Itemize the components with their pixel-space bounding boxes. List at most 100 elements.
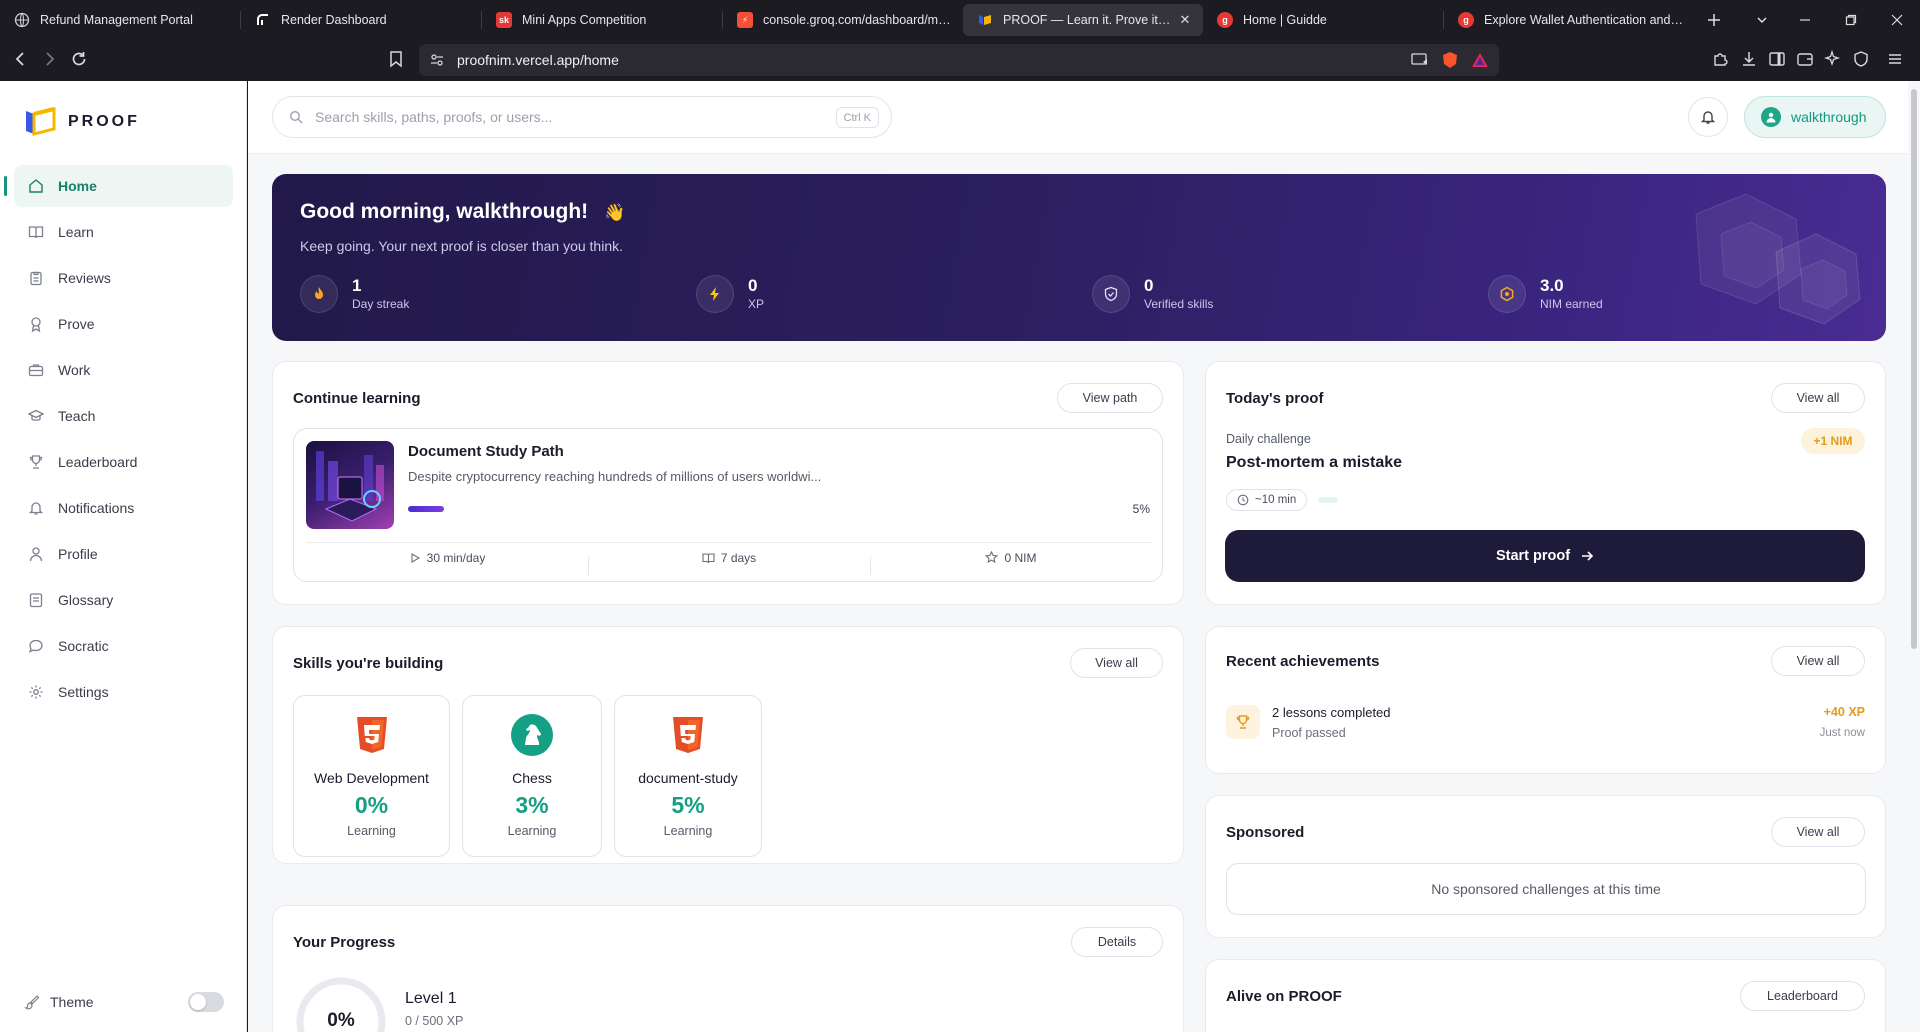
tab-list-chevron-icon[interactable] [1742, 0, 1782, 40]
wallet-icon[interactable] [1796, 50, 1814, 68]
sidebar-item-teach[interactable]: Teach [14, 395, 233, 437]
view-all-skills-button[interactable]: View all [1070, 648, 1163, 678]
sidebar-nav: Home Learn Reviews Prove Work Teach Lead… [4, 165, 233, 717]
page-scrollbar[interactable] [1908, 81, 1920, 1032]
new-tab-icon[interactable] [1694, 0, 1734, 40]
progress-details-button[interactable]: Details [1071, 927, 1163, 957]
sidebar-item-label: Learn [58, 224, 94, 240]
bookmark-icon[interactable] [388, 50, 404, 68]
stat-label: NIM earned [1540, 297, 1603, 311]
continue-learning-card: Continue learning View path Document Stu… [272, 361, 1184, 605]
leo-ai-icon[interactable] [1824, 50, 1842, 68]
browser-tab[interactable]: Render Dashboard [241, 4, 481, 36]
sidebar-item-label: Glossary [58, 592, 114, 608]
minimize-icon[interactable] [1782, 0, 1828, 40]
sidebar-item-profile[interactable]: Profile [14, 533, 233, 575]
start-proof-button[interactable]: Start proof [1225, 530, 1865, 582]
tab-title: Refund Management Portal [40, 13, 193, 27]
trophy-icon [29, 455, 43, 469]
notifications-button[interactable] [1688, 97, 1728, 137]
skill-card-chess[interactable]: Chess 3% Learning [462, 695, 602, 857]
sidebar-item-prove[interactable]: Prove [14, 303, 233, 345]
meta-label: 30 min/day [426, 550, 486, 565]
book-open-icon [29, 593, 43, 608]
search-placeholder: Search skills, paths, proofs, or users..… [315, 109, 553, 125]
close-window-icon[interactable] [1874, 0, 1920, 40]
close-tab-icon[interactable]: ✕ [1177, 12, 1193, 28]
extensions-icon[interactable] [1712, 50, 1730, 68]
sidebar-item-label: Work [58, 362, 91, 378]
sidebar-item-learn[interactable]: Learn [14, 211, 233, 253]
skill-card-web-development[interactable]: Web Development 0% Learning [293, 695, 450, 857]
back-icon[interactable] [12, 50, 30, 68]
chat-icon [28, 639, 43, 653]
stat-value: 3.0 [1540, 276, 1564, 295]
view-all-achievements-button[interactable]: View all [1771, 646, 1865, 676]
brand-logo[interactable]: PROOF [24, 107, 140, 137]
brave-rewards-icon[interactable] [1471, 51, 1489, 69]
cast-icon[interactable] [1411, 52, 1429, 68]
sidebar-item-settings[interactable]: Settings [14, 671, 233, 713]
sidebar-toggle-icon[interactable] [1768, 50, 1786, 68]
sidebar-item-socratic[interactable]: Socratic [14, 625, 233, 667]
sidebar-item-notifications[interactable]: Notifications [14, 487, 233, 529]
address-bar[interactable]: proofnim.vercel.app/home [419, 44, 1499, 76]
sidebar-item-label: Leaderboard [58, 454, 138, 470]
restore-icon[interactable] [1828, 0, 1874, 40]
browser-tab[interactable]: g Home | Guidde [1203, 4, 1443, 36]
sidebar-item-work[interactable]: Work [14, 349, 233, 391]
book-icon [28, 226, 44, 239]
username: walkthrough [1791, 109, 1867, 125]
card-title: Recent achievements [1226, 653, 1380, 670]
user-menu-button[interactable]: walkthrough [1744, 96, 1886, 138]
browser-tab[interactable]: ⚡ console.groq.com/dashboard/metrics [723, 4, 963, 36]
menu-icon[interactable] [1886, 50, 1904, 68]
stat-label: XP [748, 297, 765, 311]
star-icon [985, 551, 999, 564]
start-proof-label: Start proof [1495, 548, 1571, 564]
clipboard-icon [30, 271, 42, 286]
browser-tab[interactable]: g Explore Wallet Authentication and Ident… [1444, 4, 1694, 36]
sidebar-item-label: Settings [58, 684, 109, 700]
search-input[interactable]: Search skills, paths, proofs, or users..… [272, 96, 892, 138]
view-all-sponsored-button[interactable]: View all [1771, 817, 1865, 847]
achievement-xp: +40 XP [1823, 705, 1865, 719]
browser-tab[interactable]: sk Mini Apps Competition [482, 4, 722, 36]
site-settings-icon[interactable] [429, 52, 445, 68]
reload-icon[interactable] [70, 50, 88, 68]
sidebar-item-home[interactable]: Home [4, 165, 233, 207]
browser-tab[interactable]: Refund Management Portal [0, 4, 240, 36]
search-shortcut: Ctrl K [835, 107, 879, 128]
card-title: Sponsored [1226, 824, 1305, 841]
view-all-proofs-button[interactable]: View all [1771, 383, 1865, 413]
path-thumbnail [306, 441, 394, 529]
achievement-title: 2 lessons completed [1272, 705, 1391, 720]
avatar [1761, 107, 1781, 127]
scrollbar-thumb[interactable] [1911, 89, 1917, 649]
skill-card-document-study[interactable]: document-study 5% Learning [614, 695, 762, 857]
url-text: proofnim.vercel.app/home [457, 52, 619, 68]
path-name: Document Study Path [408, 443, 564, 460]
guidde-icon: g [1217, 12, 1233, 28]
learning-path-card[interactable]: Document Study Path Despite cryptocurren… [293, 428, 1163, 582]
vpn-shield-icon[interactable] [1852, 50, 1870, 68]
tab-title: PROOF — Learn it. Prove it. Earn it. [1003, 13, 1171, 27]
forward-icon[interactable] [40, 50, 58, 68]
skill-percent: 0% [354, 792, 389, 818]
achievement-icon-badge [1226, 705, 1260, 739]
shield-check-icon [1092, 275, 1130, 313]
view-path-button[interactable]: View path [1057, 383, 1163, 413]
theme-toggle[interactable] [188, 992, 224, 1012]
sidebar-item-leaderboard[interactable]: Leaderboard [14, 441, 233, 483]
gear-icon [29, 685, 43, 699]
skill-name: Web Development [314, 770, 429, 786]
sidebar-item-reviews[interactable]: Reviews [14, 257, 233, 299]
trophy-icon [1236, 715, 1250, 729]
search-icon [289, 110, 303, 124]
brave-shields-icon[interactable] [1441, 51, 1459, 69]
card-title: Alive on PROOF [1226, 988, 1342, 1005]
leaderboard-button[interactable]: Leaderboard [1740, 981, 1865, 1011]
sidebar-item-glossary[interactable]: Glossary [14, 579, 233, 621]
download-icon[interactable] [1740, 50, 1758, 68]
browser-tab-active[interactable]: PROOF — Learn it. Prove it. Earn it. ✕ [963, 4, 1203, 36]
